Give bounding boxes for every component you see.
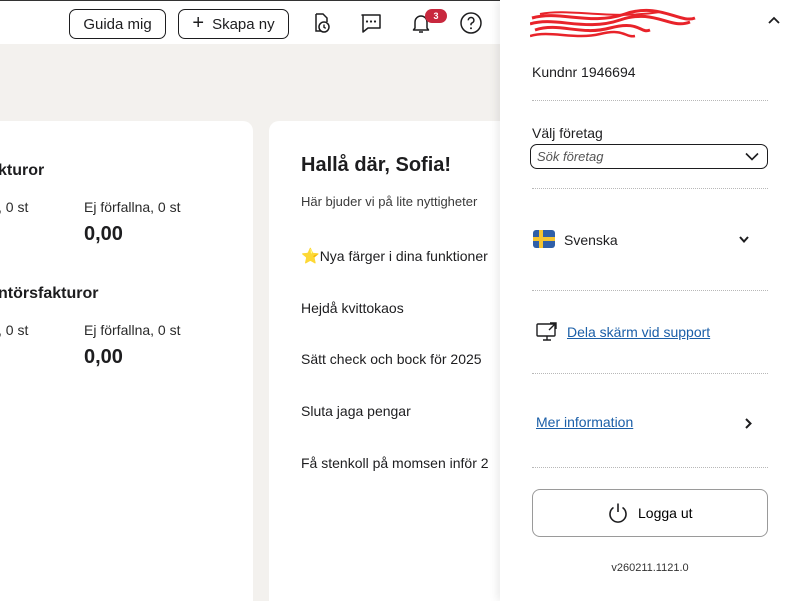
- chevron-down-icon: [745, 152, 759, 161]
- not-due-amount: 0,00: [84, 346, 123, 368]
- power-icon: [609, 503, 627, 523]
- divider: [532, 373, 768, 374]
- logout-button[interactable]: Logga ut: [532, 489, 768, 537]
- guide-me-button[interactable]: Guida mig: [69, 9, 166, 39]
- create-new-button[interactable]: + Skapa ny: [178, 9, 289, 39]
- not-due-count-label: Ej förfallna, 0 st: [84, 322, 181, 338]
- chevron-down-icon: [739, 236, 749, 243]
- company-search-placeholder: Sök företag: [537, 149, 604, 164]
- overdue-count-label: , 0 st: [0, 322, 29, 338]
- more-information-label: Mer information: [536, 414, 634, 430]
- redacted-user-name[interactable]: [530, 6, 700, 40]
- divider: [532, 290, 768, 291]
- customer-invoices-title: kturor: [0, 162, 45, 179]
- star-icon: ⭐: [301, 248, 320, 265]
- greeting-heading: Hallå där, Sofia!: [301, 154, 452, 176]
- share-screen-label: Dela skärm vid support: [567, 324, 711, 340]
- supplier-invoices-title: ntörsfakturor: [0, 285, 99, 302]
- page-header-band: [0, 44, 500, 120]
- plus-icon: +: [192, 12, 205, 34]
- chevron-right-icon: [745, 418, 752, 429]
- divider: [532, 188, 768, 189]
- more-information-link[interactable]: Mer information: [536, 414, 752, 434]
- overdue-count-label: , 0 st: [0, 199, 29, 215]
- invoice-summary-card: [0, 121, 253, 601]
- swedish-flag-icon: [533, 230, 555, 248]
- news-item[interactable]: Få stenkoll på momsen inför 2: [301, 455, 489, 471]
- chevron-up-icon[interactable]: [768, 16, 780, 24]
- news-item-label: Nya färger i dina funktioner: [319, 248, 488, 264]
- company-search-select[interactable]: Sök företag: [530, 144, 768, 169]
- chat-icon[interactable]: [359, 11, 383, 35]
- not-due-amount: 0,00: [84, 223, 123, 245]
- user-menu-panel: Kundnr 1946694 Välj företag Sök företag …: [500, 0, 786, 601]
- news-item[interactable]: Hejdå kvittokaos: [301, 300, 404, 316]
- screen-share-icon: [536, 322, 557, 341]
- not-due-count-label: Ej förfallna, 0 st: [84, 199, 181, 215]
- company-select-label: Välj företag: [532, 125, 603, 141]
- document-clock-icon[interactable]: [309, 11, 333, 35]
- guide-me-label: Guida mig: [83, 15, 152, 33]
- help-icon[interactable]: [459, 11, 483, 35]
- news-intro: Här bjuder vi på lite nyttigheter: [301, 194, 478, 209]
- news-item[interactable]: Sluta jaga pengar: [301, 403, 411, 419]
- language-selector[interactable]: Svenska: [533, 230, 753, 252]
- news-item[interactable]: ⭐Nya färger i dina funktioner: [301, 247, 488, 265]
- create-new-label: Skapa ny: [212, 15, 275, 33]
- version-label: v260211.1121.0: [611, 562, 689, 574]
- notification-badge: 3: [425, 9, 447, 23]
- logout-label: Logga ut: [638, 505, 693, 521]
- language-label: Svenska: [564, 232, 618, 248]
- divider: [532, 100, 768, 101]
- customer-number: Kundnr 1946694: [532, 64, 636, 80]
- share-screen-link[interactable]: Dela skärm vid support: [536, 320, 736, 344]
- news-item[interactable]: Sätt check och bock för 2025: [301, 351, 482, 367]
- divider: [532, 467, 768, 468]
